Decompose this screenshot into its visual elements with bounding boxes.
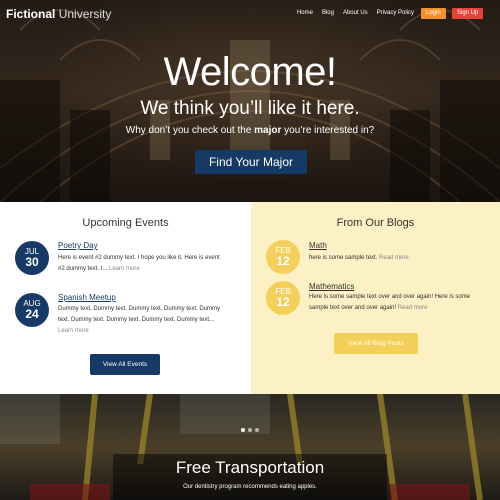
- event-excerpt: Dummy text. Dummy text. Dummy text. Dumm…: [58, 304, 238, 337]
- blogs-heading: From Our Blogs: [336, 217, 415, 229]
- slider-dot[interactable]: [248, 428, 252, 432]
- event-title-link[interactable]: Poetry Day: [58, 241, 98, 250]
- hero-banner: Fictional University Home Blog About Us …: [0, 0, 500, 202]
- event-learn-more-link[interactable]: Learn more: [58, 326, 238, 337]
- event-excerpt: Here is event #2 dummy text. I hope you …: [58, 255, 220, 272]
- blog-read-more-link[interactable]: Read more: [379, 255, 409, 261]
- hero-tagline: Why don’t you check out the major you’re…: [125, 125, 375, 136]
- login-button[interactable]: Login: [421, 8, 446, 19]
- upcoming-events-section: Upcoming Events JUL 30 Poetry Day Here i…: [0, 202, 251, 394]
- slide-text: Our dentistry program recommends eating …: [183, 484, 317, 490]
- nav-privacy-policy[interactable]: Privacy Policy: [377, 10, 414, 16]
- blog-read-more-link[interactable]: Read more: [398, 305, 428, 311]
- blogs-section: From Our Blogs FEB 12 Math here is some …: [251, 202, 500, 394]
- main-nav: Home Blog About Us Privacy Policy: [297, 10, 414, 16]
- hero-title: Welcome!: [163, 50, 337, 94]
- event-date-badge[interactable]: JUL 30: [15, 241, 49, 275]
- blog-date-badge[interactable]: FEB 12: [266, 240, 300, 274]
- hero-slider: Free Transportation Our dentistry progra…: [0, 394, 500, 500]
- slider-dots: [0, 419, 500, 437]
- slider-dot[interactable]: [241, 428, 245, 432]
- site-header: Fictional University Home Blog About Us …: [0, 0, 500, 28]
- signup-button[interactable]: Sign Up: [452, 8, 484, 19]
- blog-excerpt: here is some sample text. Read more: [309, 255, 409, 261]
- event-title-link[interactable]: Spanish Meetup: [58, 293, 116, 302]
- nav-home[interactable]: Home: [297, 10, 313, 16]
- site-logo[interactable]: Fictional University: [6, 7, 111, 21]
- slider-dot[interactable]: [255, 428, 259, 432]
- hero-subtitle: We think you’ll like it here.: [140, 98, 360, 119]
- find-your-major-button[interactable]: Find Your Major: [195, 150, 307, 174]
- event-date-badge[interactable]: AUG 24: [15, 293, 49, 327]
- event-learn-more-link[interactable]: Learn more: [109, 266, 140, 272]
- slide-title: Free Transportation: [175, 458, 325, 477]
- nav-blog[interactable]: Blog: [322, 10, 334, 16]
- view-all-events-button[interactable]: View All Events: [90, 354, 160, 375]
- blog-title-link[interactable]: Mathematics: [309, 282, 354, 291]
- blog-date-badge[interactable]: FEB 12: [266, 281, 300, 315]
- blog-title-link[interactable]: Math: [309, 241, 327, 250]
- view-all-blog-posts-button[interactable]: View All Blog Posts: [334, 333, 418, 354]
- nav-about-us[interactable]: About Us: [343, 10, 368, 16]
- events-heading: Upcoming Events: [82, 217, 169, 229]
- blog-excerpt: Here is some sample text over and over a…: [309, 294, 471, 311]
